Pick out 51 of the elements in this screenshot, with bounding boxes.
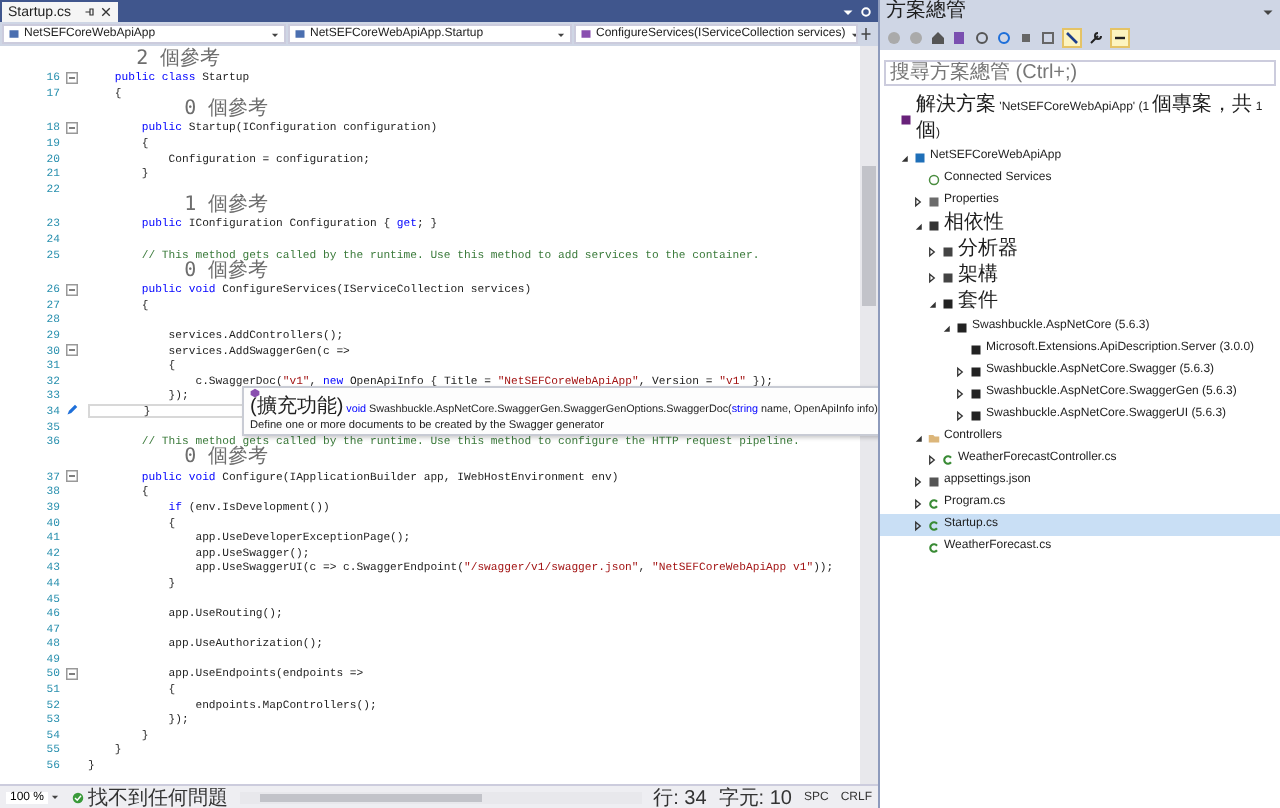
- collapsed-arrow-icon[interactable]: [926, 245, 938, 257]
- caret-icon[interactable]: [50, 792, 61, 802]
- dropdown-icon[interactable]: [1262, 6, 1274, 18]
- dropdown-icon[interactable]: [842, 5, 854, 17]
- expanded-arrow-icon[interactable]: [912, 219, 924, 231]
- reference-count[interactable]: 1 個參考: [88, 196, 269, 217]
- globe-icon: [928, 173, 940, 185]
- check-circle-icon: [72, 791, 85, 803]
- tree-item[interactable]: 分析器: [880, 238, 1280, 264]
- collapse-icon[interactable]: [66, 470, 78, 483]
- collapse-icon[interactable]: [66, 344, 78, 357]
- collapsed-arrow-icon[interactable]: [954, 409, 966, 421]
- collapsed-arrow-icon[interactable]: [926, 271, 938, 283]
- expanded-arrow-icon[interactable]: [926, 297, 938, 309]
- collapsed-arrow-icon[interactable]: [912, 497, 924, 509]
- line-position: 行: 34: [653, 785, 707, 808]
- collapsed-arrow-icon[interactable]: [912, 195, 924, 207]
- reference-count[interactable]: 0 個參考: [88, 100, 269, 121]
- reference-count[interactable]: 0 個參考: [88, 448, 269, 469]
- horizontal-scrollbar[interactable]: [240, 791, 642, 803]
- caret-icon: [849, 29, 856, 39]
- column-position: 字元: 10: [718, 785, 792, 808]
- csharp-file-icon: [942, 453, 954, 465]
- reference-count[interactable]: 0 個參考: [88, 261, 269, 282]
- collapsed-arrow-icon[interactable]: [912, 519, 924, 531]
- collapsed-arrow-icon[interactable]: [954, 387, 966, 399]
- expanded-arrow-icon[interactable]: [898, 151, 910, 163]
- home-icon[interactable]: [930, 29, 946, 45]
- collapsed-arrow-icon[interactable]: [912, 475, 924, 487]
- tree-item[interactable]: 相依性: [880, 212, 1280, 238]
- caret-icon: [270, 29, 280, 39]
- minus-icon[interactable]: [1110, 27, 1130, 47]
- reference-count[interactable]: 2 個參考: [88, 50, 221, 70]
- collapse-icon[interactable]: [66, 667, 78, 680]
- caret-icon: [556, 29, 566, 39]
- collapsed-arrow-icon[interactable]: [954, 365, 966, 377]
- tree-item[interactable]: 架構: [880, 264, 1280, 290]
- vertical-scrollbar[interactable]: [860, 46, 878, 784]
- expanded-arrow-icon[interactable]: [912, 431, 924, 443]
- collapse-icon[interactable]: [66, 283, 78, 296]
- pin-icon[interactable]: [83, 6, 96, 18]
- collapse-icon[interactable]: [66, 71, 78, 84]
- issues-status[interactable]: 找不到任何問題: [88, 783, 229, 808]
- collapse-icon[interactable]: [66, 121, 78, 134]
- split-icon[interactable]: [860, 28, 872, 40]
- collapsed-arrow-icon[interactable]: [926, 453, 938, 465]
- folder-icon: [928, 431, 940, 443]
- close-icon[interactable]: [99, 6, 112, 18]
- expanded-arrow-icon[interactable]: [940, 321, 952, 333]
- settings-icon[interactable]: [860, 5, 872, 17]
- tree-item[interactable]: 套件: [880, 290, 1280, 316]
